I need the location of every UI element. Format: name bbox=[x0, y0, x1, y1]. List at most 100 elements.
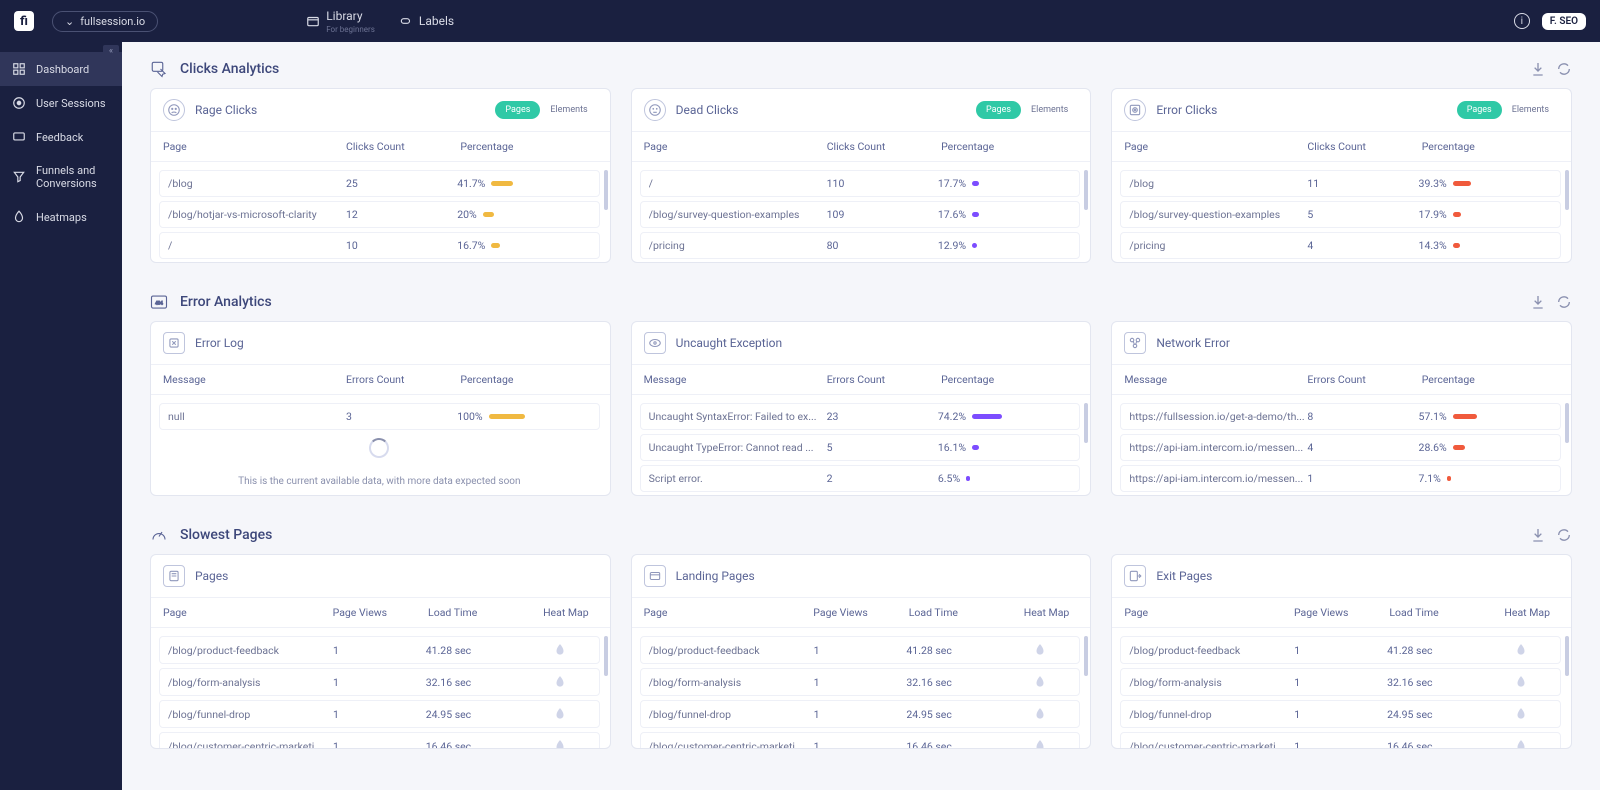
table-row[interactable]: /blog/form-analysis 1 32.16 sec bbox=[640, 668, 1081, 696]
scrollbar[interactable] bbox=[1565, 170, 1569, 210]
table-row[interactable]: /blog/product-feedback 1 41.28 sec bbox=[159, 636, 600, 664]
scrollbar[interactable] bbox=[1565, 636, 1569, 676]
table-row[interactable]: /blog/form-analysis 1 32.16 sec bbox=[1120, 668, 1561, 696]
table-row[interactable]: /blog/customer-centric-marketi... 1 16.4… bbox=[640, 732, 1081, 748]
speed-icon bbox=[150, 526, 168, 544]
col-header: Page bbox=[644, 140, 827, 153]
col-header: Percentage bbox=[1422, 140, 1559, 153]
refresh-icon[interactable] bbox=[1556, 61, 1572, 77]
scrollbar[interactable] bbox=[1084, 170, 1088, 210]
row-load-time: 32.16 sec bbox=[1387, 676, 1490, 689]
table-row[interactable]: /blog/funnel-drop 1 24.95 sec bbox=[640, 700, 1081, 728]
table-row[interactable]: /pricing 4 14.3% bbox=[1120, 232, 1561, 259]
table-row[interactable]: /blog/hotjar-vs-microsoft-clarity 12 20% bbox=[159, 201, 600, 228]
fire-icon bbox=[553, 707, 567, 721]
refresh-icon[interactable] bbox=[1556, 294, 1572, 310]
table-row[interactable]: /blog/customer-centric-marketi... 1 16.4… bbox=[1120, 732, 1561, 748]
user-menu[interactable]: F. SEO bbox=[1542, 13, 1586, 30]
table-row[interactable]: /blog/product-feedback 1 41.28 sec bbox=[1120, 636, 1561, 664]
toggle-pages[interactable]: Pages bbox=[1457, 101, 1502, 119]
table-row[interactable]: Script error. 2 6.5% bbox=[640, 465, 1081, 492]
row-page: /blog/product-feedback bbox=[649, 644, 814, 657]
table-row[interactable]: Uncaught TypeError: Cannot read ... 5 16… bbox=[640, 434, 1081, 461]
download-icon[interactable] bbox=[1530, 61, 1546, 77]
nav-labels[interactable]: Labels bbox=[399, 9, 454, 34]
row-heatmap[interactable] bbox=[1009, 675, 1071, 689]
fire-icon bbox=[1514, 643, 1528, 657]
row-heatmap[interactable] bbox=[1490, 675, 1552, 689]
table-row[interactable]: /blog/survey-question-examples 5 17.9% bbox=[1120, 201, 1561, 228]
logo[interactable]: fi bbox=[14, 11, 34, 31]
row-count: 4 bbox=[1307, 441, 1418, 454]
chevron-down-icon: ⌄ bbox=[65, 15, 74, 28]
main-content: Clicks Analytics Rage Clicks Pages Eleme… bbox=[122, 42, 1600, 790]
col-header: Load Time bbox=[909, 606, 1015, 619]
scrollbar[interactable] bbox=[604, 636, 608, 676]
sidebar-item-sessions[interactable]: User Sessions bbox=[0, 86, 122, 120]
table-row[interactable]: https://fullsession.io/get-a-demo/th... … bbox=[1120, 403, 1561, 430]
toggle-pages[interactable]: Pages bbox=[495, 101, 540, 119]
sidebar-item-funnels[interactable]: Funnels and Conversions bbox=[0, 154, 122, 200]
feedback-icon bbox=[12, 130, 26, 144]
row-page: /blog/product-feedback bbox=[1129, 644, 1294, 657]
table-row[interactable]: /blog/funnel-drop 1 24.95 sec bbox=[159, 700, 600, 728]
table-row[interactable]: /pricing 80 12.9% bbox=[640, 232, 1081, 259]
row-heatmap[interactable] bbox=[1490, 707, 1552, 721]
table-row[interactable]: / 110 17.7% bbox=[640, 170, 1081, 197]
table-row[interactable]: Uncaught SyntaxError: Failed to ex... 23… bbox=[640, 403, 1081, 430]
row-heatmap[interactable] bbox=[1490, 739, 1552, 748]
table-row[interactable]: /blog/funnel-drop 1 24.95 sec bbox=[1120, 700, 1561, 728]
row-count: 11 bbox=[1307, 177, 1418, 190]
card-header: Network Error bbox=[1112, 322, 1571, 364]
toggle-pages[interactable]: Pages bbox=[976, 101, 1021, 119]
table-row[interactable]: /blog 11 39.3% bbox=[1120, 170, 1561, 197]
table-row[interactable]: https://api-iam.intercom.io/messen... 4 … bbox=[1120, 434, 1561, 461]
sidebar-item-dashboard[interactable]: Dashboard bbox=[0, 52, 122, 86]
col-header: Errors Count bbox=[827, 373, 941, 386]
download-icon[interactable] bbox=[1530, 527, 1546, 543]
card-icon bbox=[163, 565, 185, 587]
scrollbar[interactable] bbox=[1565, 403, 1569, 443]
toggle-elements[interactable]: Elements bbox=[1502, 101, 1559, 119]
table-row[interactable]: null 3 100% bbox=[159, 403, 600, 430]
scrollbar[interactable] bbox=[1084, 636, 1088, 676]
table-row[interactable]: /blog 25 41.7% bbox=[159, 170, 600, 197]
fire-icon bbox=[1514, 739, 1528, 748]
info-icon[interactable]: i bbox=[1514, 13, 1530, 29]
row-heatmap[interactable] bbox=[529, 707, 591, 721]
row-views: 1 bbox=[1294, 644, 1387, 657]
row-heatmap[interactable] bbox=[1009, 707, 1071, 721]
site-selector[interactable]: ⌄ fullsession.io bbox=[52, 11, 158, 32]
table-row[interactable]: /blog/form-analysis 1 32.16 sec bbox=[159, 668, 600, 696]
table-row[interactable]: /blog/customer-centric-marketi... 1 16.4… bbox=[159, 732, 600, 748]
sidebar-item-feedback[interactable]: Feedback bbox=[0, 120, 122, 154]
col-header: Page Views bbox=[813, 606, 908, 619]
row-heatmap[interactable] bbox=[529, 643, 591, 657]
download-icon[interactable] bbox=[1530, 294, 1546, 310]
errors-cards-row: Error Log Message Errors Count Percentag… bbox=[150, 321, 1572, 496]
row-page: / bbox=[649, 177, 827, 190]
toggle-elements[interactable]: Elements bbox=[1021, 101, 1078, 119]
collapse-sidebar-button[interactable]: « bbox=[103, 45, 119, 57]
row-heatmap[interactable] bbox=[529, 739, 591, 748]
scrollbar[interactable] bbox=[1084, 403, 1088, 443]
fire-icon bbox=[553, 675, 567, 689]
toggle-elements[interactable]: Elements bbox=[540, 101, 597, 119]
row-count: 5 bbox=[1307, 208, 1418, 221]
row-views: 1 bbox=[333, 644, 426, 657]
scrollbar[interactable] bbox=[604, 170, 608, 210]
refresh-icon[interactable] bbox=[1556, 527, 1572, 543]
table-row[interactable]: https://api-iam.intercom.io/messen... 1 … bbox=[1120, 465, 1561, 492]
table-row[interactable]: / 10 16.7% bbox=[159, 232, 600, 259]
row-heatmap[interactable] bbox=[1009, 643, 1071, 657]
row-load-time: 32.16 sec bbox=[426, 676, 529, 689]
dashboard-icon bbox=[12, 62, 26, 76]
table-row[interactable]: /blog/product-feedback 1 41.28 sec bbox=[640, 636, 1081, 664]
row-heatmap[interactable] bbox=[1009, 739, 1071, 748]
sidebar-item-heatmaps[interactable]: Heatmaps bbox=[0, 200, 122, 234]
row-heatmap[interactable] bbox=[1490, 643, 1552, 657]
table-row[interactable]: /blog/survey-question-examples 109 17.6% bbox=[640, 201, 1081, 228]
nav-library[interactable]: Library For beginners bbox=[306, 9, 375, 34]
row-heatmap[interactable] bbox=[529, 675, 591, 689]
col-header: Percentage bbox=[460, 140, 597, 153]
